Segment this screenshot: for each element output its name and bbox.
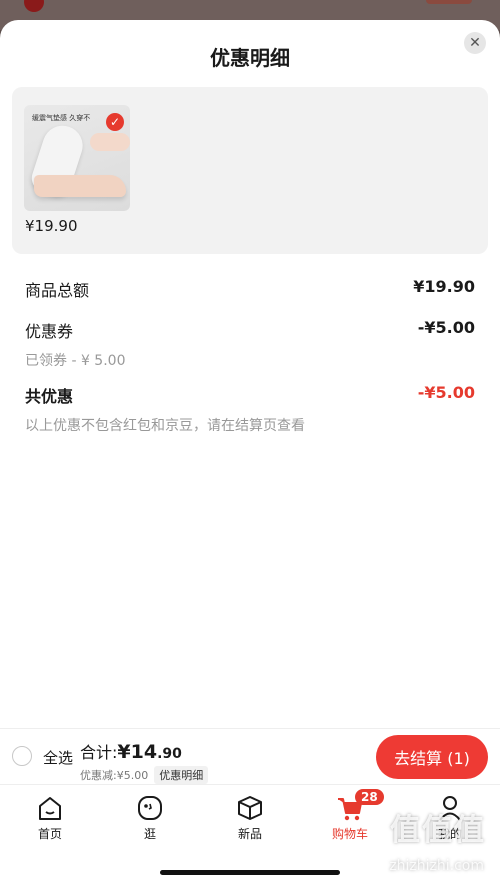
tab-home[interactable]: 首页 xyxy=(10,793,90,842)
sheet-title: 优惠明细 xyxy=(210,46,290,70)
watermark-url: zhizhizhi.com xyxy=(389,858,484,874)
close-icon[interactable]: ✕ xyxy=(464,32,486,54)
tab-cart-label: 购物车 xyxy=(331,827,368,841)
tab-browse-label: 逛 xyxy=(143,827,156,841)
coupon-value: -¥5.00 xyxy=(417,318,475,337)
total-prefix: 合计: xyxy=(80,743,118,762)
total-amount: 合计:¥14.90 xyxy=(80,739,182,763)
box-icon xyxy=(235,793,265,823)
product-card: 缓震气垫感 久穿不 ✓ ¥19.90 xyxy=(12,87,488,254)
home-icon xyxy=(35,793,65,823)
product-image-caption: 缓震气垫感 久穿不 xyxy=(32,114,91,122)
discount-detail-link[interactable]: 优惠明细 xyxy=(154,766,209,784)
tab-new-label: 新品 xyxy=(237,827,262,841)
select-all-label[interactable]: 全选 xyxy=(43,747,73,768)
checkout-bar: 全选 合计:¥14.90 优惠减:¥5.00 优惠明细 去结算 (1) xyxy=(0,728,500,784)
discount-summary: 优惠减:¥5.00 优惠明细 xyxy=(80,766,209,784)
cart-icon: 28 xyxy=(335,789,384,823)
tab-new[interactable]: 新品 xyxy=(210,793,290,842)
discount-detail-sheet: 优惠明细 ✕ 缓震气垫感 久穿不 ✓ ¥19.90 商品总额 ¥19.90 优惠… xyxy=(0,20,500,790)
tab-home-label: 首页 xyxy=(37,827,62,841)
tab-browse[interactable]: 逛 xyxy=(110,793,190,842)
select-all-radio[interactable] xyxy=(12,746,32,766)
total-discount-value: -¥5.00 xyxy=(417,383,475,402)
total-discount-row: 共优惠 -¥5.00 以上优惠不包含红包和京豆，请在结算页查看 xyxy=(25,383,475,435)
total-discount-label: 共优惠 xyxy=(25,387,74,406)
total-decimal: .90 xyxy=(157,746,182,762)
cart-count-badge: 28 xyxy=(355,789,384,805)
slipper-shape xyxy=(34,175,126,197)
tab-cart[interactable]: 28 购物车 xyxy=(310,789,390,842)
coupon-label: 优惠券 xyxy=(25,322,74,341)
total-integer: 14 xyxy=(130,741,158,763)
product-image[interactable]: 缓震气垫感 久穿不 ✓ xyxy=(24,105,130,211)
background-price xyxy=(426,0,472,4)
goods-total-row: 商品总额 ¥19.90 xyxy=(25,277,475,301)
total-currency: ¥ xyxy=(117,741,131,763)
coupon-detail: 已领券 - ¥ 5.00 xyxy=(25,353,126,369)
discount-text: 优惠减:¥5.00 xyxy=(80,769,149,782)
watermark-logo: 值值值 xyxy=(390,813,486,848)
goods-total-label: 商品总额 xyxy=(25,281,90,300)
selected-check-icon[interactable]: ✓ xyxy=(106,113,124,131)
goods-total-value: ¥19.90 xyxy=(413,277,475,296)
home-indicator xyxy=(160,870,340,875)
product-price: ¥19.90 xyxy=(25,217,78,235)
slipper-shape xyxy=(90,133,130,151)
face-icon xyxy=(135,793,165,823)
discount-note: 以上优惠不包含红包和京豆，请在结算页查看 xyxy=(25,418,305,434)
coupon-row: 优惠券 -¥5.00 已领券 - ¥ 5.00 xyxy=(25,318,475,370)
store-logo-icon xyxy=(24,0,44,12)
checkout-button[interactable]: 去结算 (1) xyxy=(376,735,488,779)
